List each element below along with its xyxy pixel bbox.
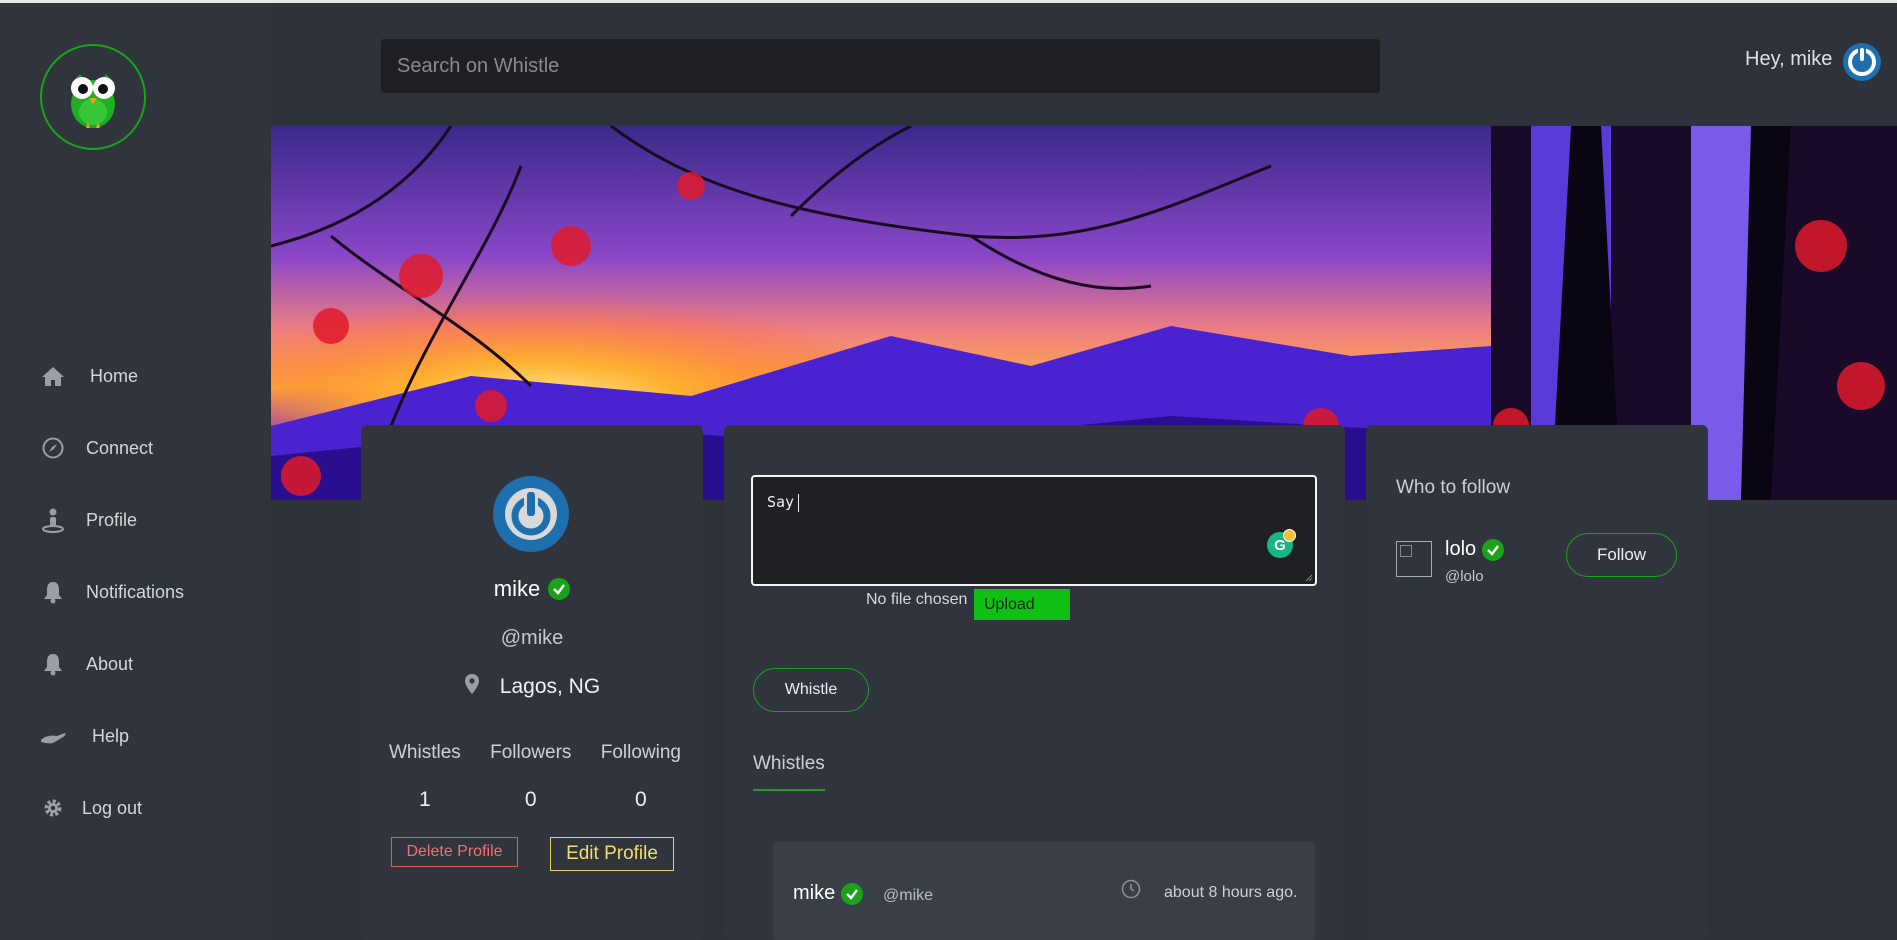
composer-value: Say (767, 493, 795, 511)
sidebar-item-help[interactable]: Help (38, 718, 129, 754)
profile-handle: @mike (500, 627, 564, 649)
verified-check-icon (841, 882, 864, 905)
whistle-post: mike @mike about 8 hours ago. (773, 842, 1315, 940)
power-avatar-icon (505, 488, 557, 540)
delete-profile-button[interactable]: Delete Profile (391, 837, 518, 867)
search-input[interactable] (381, 39, 1380, 93)
post-author-name: mike (793, 882, 836, 904)
sidebar-item-label: Home (90, 365, 139, 386)
power-avatar-icon (1848, 46, 1876, 76)
who-to-follow-title: Who to follow (1396, 477, 1511, 498)
gear-icon (38, 793, 68, 823)
profile-avatar (493, 476, 569, 552)
stat-value: 1 (419, 788, 431, 811)
post-author[interactable]: mike (793, 882, 864, 905)
sidebar-item-profile[interactable]: Profile (38, 502, 137, 538)
resize-handle-icon[interactable] (1305, 574, 1313, 582)
clock-icon (1121, 879, 1141, 904)
stat-label: Whistles (389, 742, 461, 763)
location-pin-icon (464, 673, 480, 701)
stat-label: Followers (490, 742, 572, 763)
sidebar-item-label: Profile (86, 509, 138, 530)
greeting-text: Hey, mike (1745, 48, 1833, 70)
file-status-text: No file chosen (866, 591, 968, 608)
owl-logo-icon (71, 74, 115, 128)
suggested-user-name-row[interactable]: lolo (1445, 538, 1505, 561)
grammarly-badge (1283, 529, 1296, 542)
post-author-handle: @mike (883, 887, 934, 904)
upload-button[interactable]: Upload (974, 589, 1070, 620)
sidebar-item-label: Notifications (86, 581, 185, 602)
hand-icon (38, 721, 68, 751)
profile-location: Lagos, NG (361, 673, 703, 701)
composer-text: Say (767, 493, 800, 512)
feed-card: Say G No file chosen Upload Whistle Whis… (724, 425, 1345, 940)
compass-icon (38, 433, 68, 463)
verified-check-icon (548, 578, 571, 600)
sidebar-item-label: Log out (82, 797, 143, 818)
sidebar-item-label: About (86, 653, 134, 674)
tab-whistles[interactable]: Whistles (753, 753, 825, 791)
profile-card: mike @mike Lagos, NG Whistles 1 Follower… (361, 425, 703, 940)
stat-value: 0 (635, 788, 647, 811)
follow-button[interactable]: Follow (1566, 533, 1677, 577)
sidebar-item-connect[interactable]: Connect (38, 430, 153, 466)
stat-following[interactable]: Following 0 (601, 742, 681, 812)
home-icon (38, 361, 68, 391)
user-avatar[interactable] (1843, 43, 1881, 81)
profile-stats: Whistles 1 Followers 0 Following 0 (389, 742, 681, 812)
stat-value: 0 (524, 788, 537, 811)
sidebar-item-about[interactable]: About (38, 646, 133, 682)
suggested-user-handle: @lolo (1445, 568, 1484, 585)
sidebar-item-logout[interactable]: Log out (38, 790, 142, 826)
bell-icon (38, 649, 68, 679)
whistle-composer[interactable]: Say G (751, 475, 1317, 586)
person-icon (38, 505, 68, 535)
verified-check-icon (1482, 538, 1505, 561)
profile-name: mike (493, 576, 541, 601)
suggested-user-name: lolo (1445, 538, 1477, 560)
sidebar-item-label: Connect (86, 437, 154, 458)
sidebar-item-notifications[interactable]: Notifications (38, 574, 184, 610)
grammarly-icon[interactable]: G (1267, 529, 1296, 558)
edit-profile-button[interactable]: Edit Profile (550, 837, 674, 871)
suggested-user-avatar[interactable] (1396, 541, 1432, 577)
stat-followers[interactable]: Followers 0 (490, 742, 571, 812)
location-text: Lagos, NG (499, 675, 601, 698)
sidebar-item-home[interactable]: Home (38, 358, 138, 394)
bell-icon (38, 577, 68, 607)
who-to-follow-card: Who to follow lolo @lolo Follow (1366, 425, 1708, 940)
sidebar-item-label: Help (92, 725, 130, 746)
stat-label: Following (600, 742, 681, 763)
stat-whistles[interactable]: Whistles 1 (389, 742, 461, 812)
text-caret (798, 493, 800, 512)
whistle-logo[interactable] (40, 44, 146, 150)
profile-name-row: mike (361, 576, 703, 602)
sidebar: Home Connect Profile Notifications About (0, 3, 270, 940)
whistle-submit-button[interactable]: Whistle (753, 668, 869, 712)
window-top-border (0, 0, 1897, 3)
post-timestamp: about 8 hours ago. (1164, 884, 1298, 901)
